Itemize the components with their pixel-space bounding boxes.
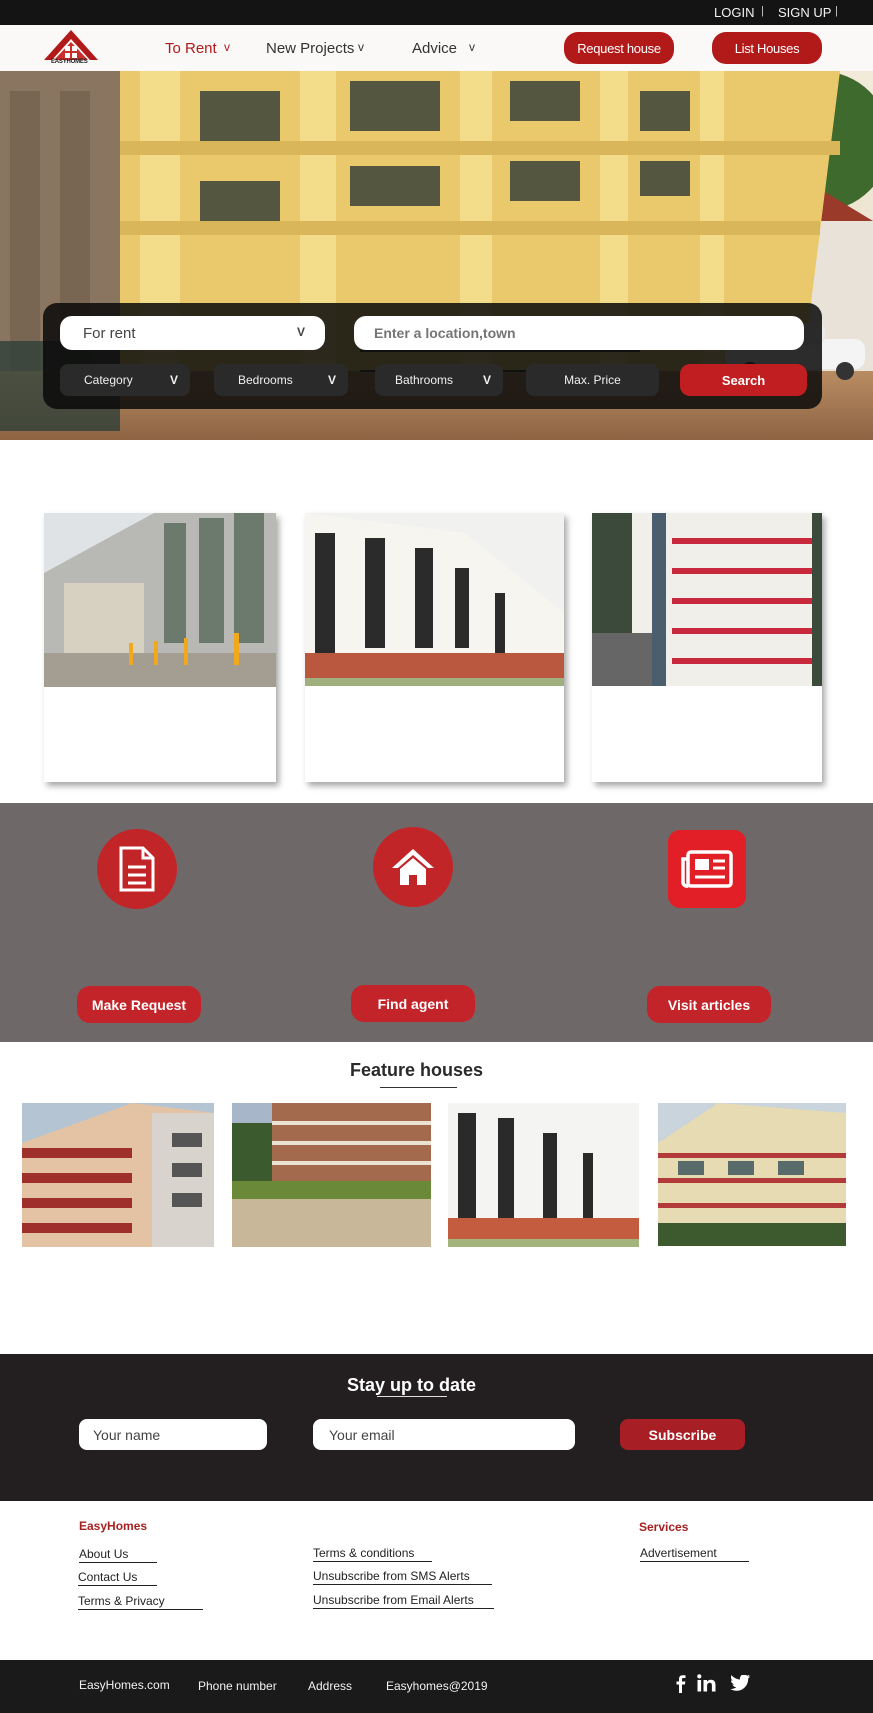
nav-advice[interactable]: Advice bbox=[412, 40, 457, 57]
main-nav: EASYHOMES To Rent v New Projects v Advic… bbox=[0, 25, 873, 71]
feature-photo bbox=[232, 1103, 431, 1247]
visit-articles-button[interactable]: Visit articles bbox=[647, 986, 771, 1023]
feature-house-card[interactable] bbox=[232, 1103, 431, 1247]
chevron-down-icon[interactable]: v bbox=[469, 40, 475, 54]
chevron-down-icon: V bbox=[327, 373, 336, 387]
location-input[interactable] bbox=[354, 316, 804, 350]
chevron-down-icon[interactable]: v bbox=[224, 40, 230, 54]
email-input[interactable] bbox=[313, 1419, 575, 1450]
logo-text: EASYHOMES bbox=[51, 59, 88, 65]
site-name: EasyHomes.com bbox=[79, 1678, 170, 1692]
chevron-down-icon[interactable]: v bbox=[358, 40, 364, 54]
list-houses-button[interactable]: List Houses bbox=[712, 32, 822, 64]
listing-card[interactable] bbox=[305, 513, 564, 782]
listing-photo bbox=[305, 513, 564, 686]
category-label: Category bbox=[84, 373, 133, 387]
rent-mode-select[interactable]: For rent V bbox=[60, 316, 325, 350]
find-agent-button[interactable]: Find agent bbox=[351, 985, 475, 1022]
articles-service[interactable] bbox=[668, 830, 746, 908]
feature-title: Feature houses bbox=[349, 1060, 484, 1080]
footer-brand-heading: EasyHomes bbox=[79, 1519, 148, 1533]
search-panel: For rent V Category V Bedrooms V Bathroo… bbox=[43, 303, 822, 409]
request-service[interactable] bbox=[97, 829, 177, 909]
services-band: Make Request Find agent Visit articles bbox=[0, 803, 873, 1042]
newsletter-section: Stay up to date Subscribe bbox=[0, 1354, 873, 1501]
unsubscribe-sms-link[interactable]: Unsubscribe from SMS Alerts bbox=[313, 1569, 492, 1585]
chevron-down-icon: V bbox=[482, 373, 491, 387]
divider bbox=[380, 1087, 457, 1088]
nav-to-rent[interactable]: To Rent bbox=[165, 40, 217, 57]
chevron-down-icon: V bbox=[169, 373, 178, 387]
address-label: Address bbox=[308, 1679, 353, 1693]
footer-services-heading: Services bbox=[639, 1520, 689, 1534]
top-bar: LOGIN | SIGN UP | bbox=[0, 0, 873, 25]
bathrooms-select[interactable]: Bathrooms V bbox=[375, 364, 503, 396]
rent-mode-value: For rent bbox=[83, 324, 136, 342]
divider: | bbox=[761, 5, 764, 17]
twitter-icon[interactable] bbox=[730, 1675, 750, 1692]
chevron-down-icon: V bbox=[296, 325, 305, 339]
listing-card[interactable] bbox=[44, 513, 276, 782]
nav-new-projects[interactable]: New Projects bbox=[266, 40, 354, 57]
divider: | bbox=[835, 5, 838, 17]
agent-service[interactable] bbox=[373, 827, 453, 907]
phone-label: Phone number bbox=[198, 1679, 277, 1693]
feature-house-card[interactable] bbox=[22, 1103, 214, 1247]
newsletter-title: Stay up to date bbox=[346, 1375, 476, 1395]
bedrooms-select[interactable]: Bedrooms V bbox=[214, 364, 348, 396]
contact-us-link[interactable]: Contact Us bbox=[78, 1570, 157, 1586]
facebook-icon[interactable] bbox=[675, 1675, 687, 1693]
listing-photo bbox=[592, 513, 822, 686]
bottom-footer: EasyHomes.com Phone number Address Easyh… bbox=[0, 1660, 873, 1713]
document-icon bbox=[119, 846, 155, 892]
listing-card[interactable] bbox=[592, 513, 822, 782]
name-input[interactable] bbox=[79, 1419, 267, 1450]
terms-privacy-link[interactable]: Terms & Privacy bbox=[78, 1594, 203, 1610]
advertisement-link[interactable]: Advertisement bbox=[640, 1546, 749, 1562]
terms-conditions-link[interactable]: Terms & conditions bbox=[313, 1546, 432, 1562]
hero-banner: For rent V Category V Bedrooms V Bathroo… bbox=[0, 71, 873, 440]
listing-photo bbox=[44, 513, 276, 687]
category-select[interactable]: Category V bbox=[60, 364, 190, 396]
make-request-button[interactable]: Make Request bbox=[77, 986, 201, 1023]
bathrooms-label: Bathrooms bbox=[395, 373, 454, 387]
about-us-link[interactable]: About Us bbox=[79, 1547, 157, 1563]
request-house-button[interactable]: Request house bbox=[564, 32, 674, 64]
search-button[interactable]: Search bbox=[680, 364, 807, 396]
copyright: Easyhomes@2019 bbox=[386, 1679, 488, 1693]
bedrooms-label: Bedrooms bbox=[238, 373, 293, 387]
divider bbox=[377, 1396, 447, 1397]
home-icon bbox=[392, 849, 434, 885]
signup-link[interactable]: SIGN UP bbox=[778, 5, 831, 20]
unsubscribe-email-link[interactable]: Unsubscribe from Email Alerts bbox=[313, 1593, 494, 1609]
feature-photo bbox=[448, 1103, 639, 1247]
logo[interactable]: EASYHOMES bbox=[40, 27, 102, 69]
feature-photo bbox=[22, 1103, 214, 1247]
feature-house-card[interactable] bbox=[658, 1103, 846, 1246]
newspaper-icon bbox=[681, 850, 733, 888]
subscribe-button[interactable]: Subscribe bbox=[620, 1419, 745, 1450]
login-link[interactable]: LOGIN bbox=[714, 5, 754, 20]
linkedin-icon[interactable] bbox=[697, 1674, 716, 1692]
feature-house-card[interactable] bbox=[448, 1103, 639, 1247]
max-price-input[interactable]: Max. Price bbox=[526, 364, 659, 396]
feature-photo bbox=[658, 1103, 846, 1246]
